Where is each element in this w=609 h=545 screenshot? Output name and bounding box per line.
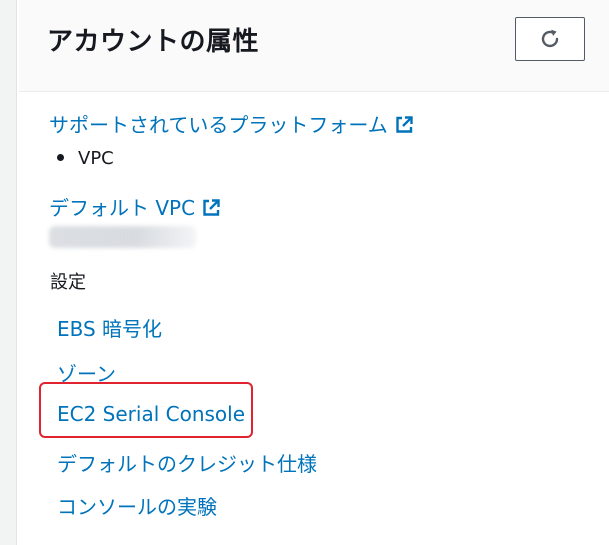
highlight-box <box>39 382 253 438</box>
console-experiments-link[interactable]: コンソールの実験 <box>57 491 217 520</box>
bullet-icon <box>57 154 64 161</box>
external-link-icon[interactable] <box>201 198 221 218</box>
account-attributes-screen: アカウントの属性 サポートされているプラットフォーム VPC デフォルト VPC <box>0 0 609 545</box>
ebs-encryption-link[interactable]: EBS 暗号化 <box>57 313 162 342</box>
platform-list-item: VPC <box>57 148 114 169</box>
refresh-button[interactable] <box>515 17 585 61</box>
supported-platforms-row: サポートされているプラットフォーム <box>49 109 414 138</box>
account-attributes-panel: アカウントの属性 サポートされているプラットフォーム VPC デフォルト VPC <box>19 0 609 545</box>
panel-title: アカウントの属性 <box>47 27 260 57</box>
default-vpc-row: デフォルト VPC <box>49 192 221 221</box>
platform-item-label: VPC <box>78 148 114 169</box>
left-navigation-edge <box>0 0 17 545</box>
settings-heading: 設定 <box>50 272 86 293</box>
external-link-icon[interactable] <box>394 115 414 135</box>
supported-platforms-link[interactable]: サポートされているプラットフォーム <box>49 113 388 137</box>
redacted-vpc-id <box>49 226 196 248</box>
refresh-icon <box>541 29 559 48</box>
default-vpc-link[interactable]: デフォルト VPC <box>49 196 195 220</box>
default-credit-specification-link[interactable]: デフォルトのクレジット仕様 <box>57 448 317 477</box>
panel-header: アカウントの属性 <box>19 0 609 92</box>
